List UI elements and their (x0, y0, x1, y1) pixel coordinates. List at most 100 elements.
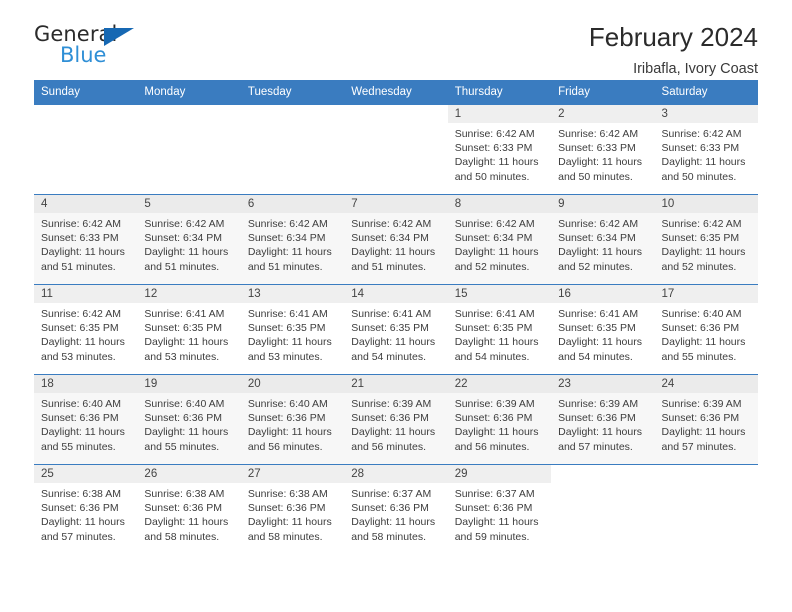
day-number: 1 (447, 105, 552, 123)
day-number: 6 (240, 195, 345, 213)
day-number: 9 (551, 195, 655, 213)
day-details: Sunrise: 6:39 AM Sunset: 6:36 PM Daylight:… (551, 393, 654, 454)
daylight-duration-line2: and 53 minutes. (144, 350, 220, 363)
sunset-time: Sunset: 6:36 PM (351, 502, 429, 515)
sunset-time: Sunset: 6:34 PM (247, 232, 326, 245)
sunrise-time: Sunrise: 6:37 AM (454, 488, 535, 500)
day-number: 12 (137, 285, 241, 303)
daylight-duration-line1: Daylight: 11 hours (144, 426, 229, 439)
calendar-day-cell[interactable]: 17 Sunrise: 6:40 AM Sunset: 6:36 PM Dayligh… (654, 284, 758, 375)
calendar-week-row: 1 Sunrise: 6:42 AM Sunset: 6:33 PM Daylight… (34, 104, 758, 195)
daylight-duration-line2: and 58 minutes. (144, 530, 220, 543)
sunset-time: Sunset: 6:36 PM (247, 412, 326, 425)
calendar-day-cell[interactable]: 1 Sunrise: 6:42 AM Sunset: 6:33 PM Daylight… (447, 104, 552, 195)
daylight-duration-line1: Daylight: 11 hours (247, 336, 332, 349)
calendar-day-cell[interactable]: 18 Sunrise: 6:40 AM Sunset: 6:36 PM Dayligh… (34, 374, 138, 465)
day-number: 8 (447, 195, 552, 213)
sunset-time: Sunset: 6:36 PM (454, 412, 533, 425)
day-details: Sunrise: 6:42 AM Sunset: 6:34 PM Daylight:… (241, 213, 344, 274)
daylight-duration-line2: and 57 minutes. (661, 440, 737, 453)
sunrise-time: Sunrise: 6:42 AM (661, 218, 742, 230)
sunrise-time: Sunrise: 6:42 AM (558, 218, 639, 230)
day-number (34, 105, 137, 123)
calendar-day-cell[interactable]: 8 Sunrise: 6:42 AM Sunset: 6:34 PM Daylight… (447, 194, 552, 285)
calendar-day-cell[interactable]: 25 Sunrise: 6:38 AM Sunset: 6:36 PM Dayligh… (34, 464, 138, 555)
daylight-duration-line2: and 54 minutes. (558, 350, 633, 363)
calendar-day-cell[interactable]: 23 Sunrise: 6:39 AM Sunset: 6:36 PM Dayligh… (551, 374, 655, 465)
calendar-day-cell[interactable]: 14 Sunrise: 6:41 AM Sunset: 6:35 PM Dayligh… (344, 284, 448, 375)
calendar-page: General Blue February 2024 Iribafla, Ivo… (0, 0, 792, 612)
sunrise-time: Sunrise: 6:38 AM (41, 488, 121, 500)
day-details: Sunrise: 6:40 AM Sunset: 6:36 PM Daylight:… (34, 393, 137, 454)
sunset-time: Sunset: 6:36 PM (661, 322, 740, 335)
weekday-header-monday: Monday (137, 80, 241, 105)
location-subtitle: Iribafla, Ivory Coast (633, 61, 758, 77)
sunrise-time: Sunrise: 6:37 AM (351, 488, 432, 500)
daylight-duration-line2: and 57 minutes. (558, 440, 633, 453)
calendar-day-cell-empty (34, 104, 138, 195)
calendar-day-cell[interactable]: 6 Sunrise: 6:42 AM Sunset: 6:34 PM Daylight… (240, 194, 345, 285)
daylight-duration-line2: and 58 minutes. (247, 530, 323, 543)
calendar-day-cell[interactable]: 21 Sunrise: 6:39 AM Sunset: 6:36 PM Dayligh… (344, 374, 448, 465)
calendar-day-cell[interactable]: 7 Sunrise: 6:42 AM Sunset: 6:34 PM Daylight… (344, 194, 448, 285)
day-details: Sunrise: 6:42 AM Sunset: 6:33 PM Daylight:… (34, 213, 137, 274)
calendar-day-cell[interactable]: 2 Sunrise: 6:42 AM Sunset: 6:33 PM Daylight… (551, 104, 655, 195)
day-number: 29 (447, 465, 552, 483)
sunrise-time: Sunrise: 6:39 AM (454, 398, 535, 410)
calendar-day-cell[interactable]: 13 Sunrise: 6:41 AM Sunset: 6:35 PM Dayligh… (240, 284, 345, 375)
calendar-day-cell[interactable]: 24 Sunrise: 6:39 AM Sunset: 6:36 PM Dayligh… (654, 374, 758, 465)
calendar-week-row: 4 Sunrise: 6:42 AM Sunset: 6:33 PM Daylight… (34, 194, 758, 285)
sunset-time: Sunset: 6:35 PM (454, 322, 533, 335)
sunrise-time: Sunrise: 6:42 AM (144, 218, 225, 230)
calendar-day-cell[interactable]: 29 Sunrise: 6:37 AM Sunset: 6:36 PM Dayligh… (447, 464, 552, 555)
sunset-time: Sunset: 6:35 PM (558, 322, 636, 335)
daylight-duration-line1: Daylight: 11 hours (454, 336, 539, 349)
calendar-day-cell[interactable]: 26 Sunrise: 6:38 AM Sunset: 6:36 PM Dayligh… (137, 464, 241, 555)
calendar-day-cell[interactable]: 27 Sunrise: 6:38 AM Sunset: 6:36 PM Dayligh… (240, 464, 345, 555)
calendar-day-cell[interactable]: 3 Sunrise: 6:42 AM Sunset: 6:33 PM Daylight… (654, 104, 758, 195)
day-details: Sunrise: 6:42 AM Sunset: 6:34 PM Daylight:… (344, 213, 447, 274)
day-details: Sunrise: 6:42 AM Sunset: 6:35 PM Daylight:… (655, 213, 758, 274)
sunrise-time: Sunrise: 6:42 AM (558, 128, 639, 140)
day-number: 13 (240, 285, 345, 303)
daylight-duration-line1: Daylight: 11 hours (454, 156, 539, 169)
daylight-duration-line1: Daylight: 11 hours (661, 246, 746, 259)
calendar-day-cell[interactable]: 10 Sunrise: 6:42 AM Sunset: 6:35 PM Dayligh… (654, 194, 758, 285)
calendar-day-cell[interactable]: 4 Sunrise: 6:42 AM Sunset: 6:33 PM Daylight… (34, 194, 138, 285)
sunrise-time: Sunrise: 6:39 AM (351, 398, 432, 410)
day-details: Sunrise: 6:42 AM Sunset: 6:35 PM Daylight:… (34, 303, 137, 364)
day-number: 26 (137, 465, 241, 483)
day-details: Sunrise: 6:37 AM Sunset: 6:36 PM Daylight:… (448, 483, 551, 544)
sunset-time: Sunset: 6:35 PM (144, 322, 223, 335)
calendar-day-cell[interactable]: 19 Sunrise: 6:40 AM Sunset: 6:36 PM Dayligh… (137, 374, 241, 465)
daylight-duration-line2: and 56 minutes. (454, 440, 530, 453)
calendar-day-cell[interactable]: 12 Sunrise: 6:41 AM Sunset: 6:35 PM Dayligh… (137, 284, 241, 375)
day-number: 10 (654, 195, 758, 213)
weekday-header-friday: Friday (551, 80, 655, 105)
calendar-day-cell[interactable]: 16 Sunrise: 6:41 AM Sunset: 6:35 PM Dayligh… (551, 284, 655, 375)
daylight-duration-line2: and 50 minutes. (454, 170, 530, 183)
sunrise-time: Sunrise: 6:40 AM (247, 398, 328, 410)
calendar-day-cell[interactable]: 9 Sunrise: 6:42 AM Sunset: 6:34 PM Daylight… (551, 194, 655, 285)
daylight-duration-line1: Daylight: 11 hours (558, 246, 642, 259)
sunset-time: Sunset: 6:35 PM (351, 322, 429, 335)
calendar-day-cell[interactable]: 20 Sunrise: 6:40 AM Sunset: 6:36 PM Dayligh… (240, 374, 345, 465)
calendar-day-cell[interactable]: 22 Sunrise: 6:39 AM Sunset: 6:36 PM Dayligh… (447, 374, 552, 465)
calendar-body: 1 Sunrise: 6:42 AM Sunset: 6:33 PM Daylight… (34, 104, 758, 555)
day-details: Sunrise: 6:40 AM Sunset: 6:36 PM Daylight:… (655, 303, 758, 364)
daylight-duration-line1: Daylight: 11 hours (661, 336, 746, 349)
daylight-duration-line1: Daylight: 11 hours (558, 336, 642, 349)
sunset-time: Sunset: 6:34 PM (351, 232, 429, 245)
sunset-time: Sunset: 6:36 PM (351, 412, 429, 425)
daylight-duration-line1: Daylight: 11 hours (144, 246, 229, 259)
calendar-day-cell[interactable]: 15 Sunrise: 6:41 AM Sunset: 6:35 PM Dayligh… (447, 284, 552, 375)
day-details: Sunrise: 6:39 AM Sunset: 6:36 PM Daylight:… (655, 393, 758, 454)
daylight-duration-line2: and 59 minutes. (454, 530, 530, 543)
daylight-duration-line2: and 51 minutes. (247, 260, 323, 273)
weekday-header-row: Sunday Monday Tuesday Wednesday Thursday… (34, 80, 758, 105)
calendar-day-cell[interactable]: 28 Sunrise: 6:37 AM Sunset: 6:36 PM Dayligh… (344, 464, 448, 555)
calendar-day-cell[interactable]: 11 Sunrise: 6:42 AM Sunset: 6:35 PM Dayligh… (34, 284, 138, 375)
calendar-day-cell[interactable]: 5 Sunrise: 6:42 AM Sunset: 6:34 PM Daylight… (137, 194, 241, 285)
daylight-duration-line1: Daylight: 11 hours (454, 426, 539, 439)
day-number: 17 (654, 285, 758, 303)
